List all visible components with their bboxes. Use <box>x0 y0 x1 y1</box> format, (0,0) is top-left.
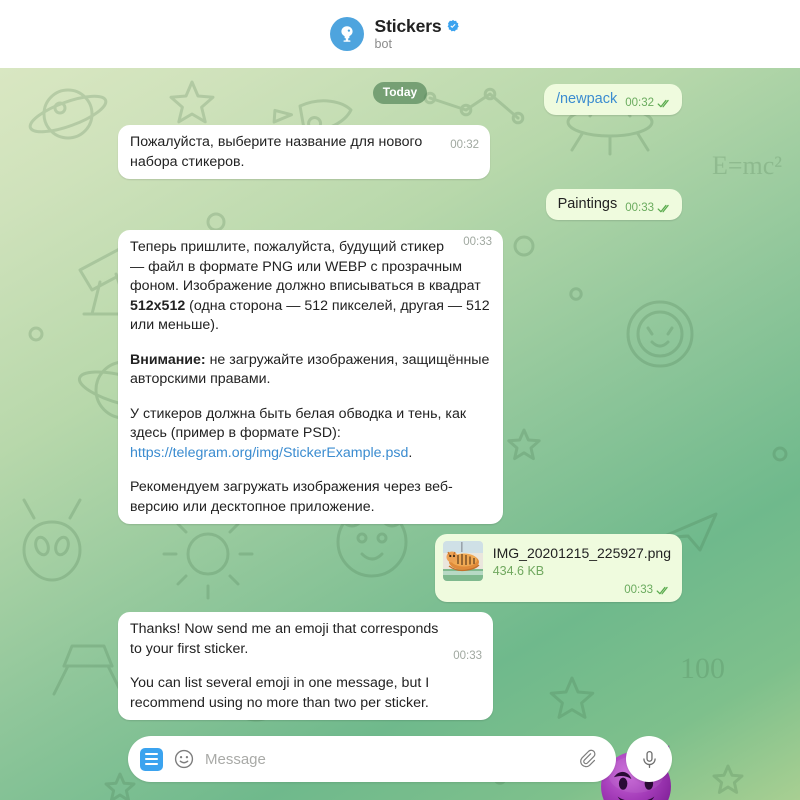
message-composer <box>128 736 672 782</box>
sticker-example-link[interactable]: https://telegram.org/img/StickerExample.… <box>130 445 408 461</box>
message-meta: 00:32 <box>450 139 479 151</box>
instruction-text: Теперь пришлите, пожалуйста, будущий сти… <box>130 239 481 294</box>
message-row: Paintings 00:33 <box>118 189 682 220</box>
bot-commands-menu-icon[interactable] <box>140 747 163 771</box>
message-time: 00:33 <box>453 650 482 662</box>
message-meta: 00:33 <box>453 650 482 662</box>
message-bubble-thanks[interactable]: 00:33 Thanks! Now send me an emoji that … <box>118 612 493 720</box>
instruction-text: . <box>408 444 413 461</box>
file-info: IMG_20201215_225927.png 434.6 KB <box>493 544 671 579</box>
message-text: You can list several emoji in one messag… <box>130 675 430 711</box>
message-bubble-instructions[interactable]: 00:33 Теперь пришлите, пожалуйста, будущ… <box>118 230 503 524</box>
instruction-paragraph-1: Теперь пришлите, пожалуйста, будущий сти… <box>130 238 492 336</box>
instruction-text: У стикеров должна быть белая обводка и т… <box>130 405 467 442</box>
chat-subtitle: bot <box>374 37 392 51</box>
message-list: Today /newpack 00:32 00:32 Пожалуйста, в… <box>0 68 800 800</box>
message-bubble-file[interactable]: IMG_20201215_225927.png 434.6 KB 00:33 <box>434 534 682 602</box>
date-badge: Today <box>372 82 428 104</box>
message-text: Пожалуйста, выберите название для нового… <box>130 134 423 170</box>
message-meta: 00:33 <box>625 202 672 214</box>
message-bubble-paintings[interactable]: Paintings 00:33 <box>545 189 682 220</box>
file-meta-row: 00:33 <box>443 584 671 596</box>
message-time: 00:32 <box>625 97 654 109</box>
message-meta: 00:33 <box>463 236 492 248</box>
chat-header-text: Stickers bot <box>375 16 461 52</box>
message-meta: 00:32 <box>625 97 672 109</box>
message-text: Thanks! Now send me an emoji that corres… <box>130 621 439 657</box>
message-time: 00:32 <box>450 139 479 151</box>
menu-line <box>145 758 158 760</box>
double-check-icon <box>657 204 669 212</box>
menu-line <box>145 763 158 765</box>
microphone-icon <box>642 750 656 768</box>
message-input-pill[interactable] <box>128 736 616 782</box>
verified-badge-icon <box>448 19 460 32</box>
paperclip-icon[interactable] <box>579 749 600 770</box>
message-input[interactable] <box>205 736 569 782</box>
page-title: Stickers <box>374 16 442 36</box>
double-check-icon <box>656 586 668 594</box>
message-time: 00:33 <box>463 236 492 248</box>
file-size: 434.6 KB <box>492 563 545 578</box>
file-attachment[interactable]: IMG_20201215_225927.png 434.6 KB <box>442 541 671 581</box>
message-time: 00:33 <box>625 202 654 214</box>
menu-line <box>145 753 158 755</box>
message-text: Paintings <box>557 196 618 212</box>
sticker-bot-avatar-icon <box>340 26 353 42</box>
message-row: 00:33 Теперь пришлите, пожалуйста, будущ… <box>118 230 682 524</box>
instruction-bold-warning: Внимание: <box>130 351 206 368</box>
instruction-bold-size: 512x512 <box>130 297 186 314</box>
message-meta: 00:33 <box>624 584 671 596</box>
message-bubble-choose-name[interactable]: 00:32 Пожалуйста, выберите название для … <box>118 125 490 179</box>
avatar[interactable] <box>329 17 364 51</box>
double-check-icon <box>657 99 669 107</box>
chat-title-row: Stickers <box>375 16 461 36</box>
chat-header: Stickers bot <box>0 0 800 68</box>
message-time: 00:33 <box>624 584 653 596</box>
file-name: IMG_20201215_225927.png <box>492 544 671 561</box>
message-row: 00:33 Thanks! Now send me an emoji that … <box>118 612 682 720</box>
telegram-chat-screen: Stickers bot Today /newpack 00:32 00:32 … <box>0 0 800 800</box>
tiger-image-thumbnail <box>442 541 483 581</box>
instruction-paragraph-4: Рекомендуем загружать изображения через … <box>130 479 453 515</box>
bot-command-link[interactable]: /newpack <box>556 90 617 109</box>
instruction-paragraph-2: Внимание: не загружайте изображения, защ… <box>130 351 492 390</box>
chat-scroll-area[interactable]: E=mc² <box>0 68 800 800</box>
message-row: IMG_20201215_225927.png 434.6 KB 00:33 <box>118 534 682 602</box>
instruction-paragraph-3: У стикеров должна быть белая обводка и т… <box>130 405 492 464</box>
chat-header-identity[interactable]: Stickers bot <box>329 16 461 52</box>
message-bubble-newpack[interactable]: /newpack 00:32 <box>543 84 682 115</box>
smiley-icon[interactable] <box>173 748 195 770</box>
message-row: 00:32 Пожалуйста, выберите название для … <box>118 125 682 179</box>
voice-message-button[interactable] <box>626 736 672 782</box>
